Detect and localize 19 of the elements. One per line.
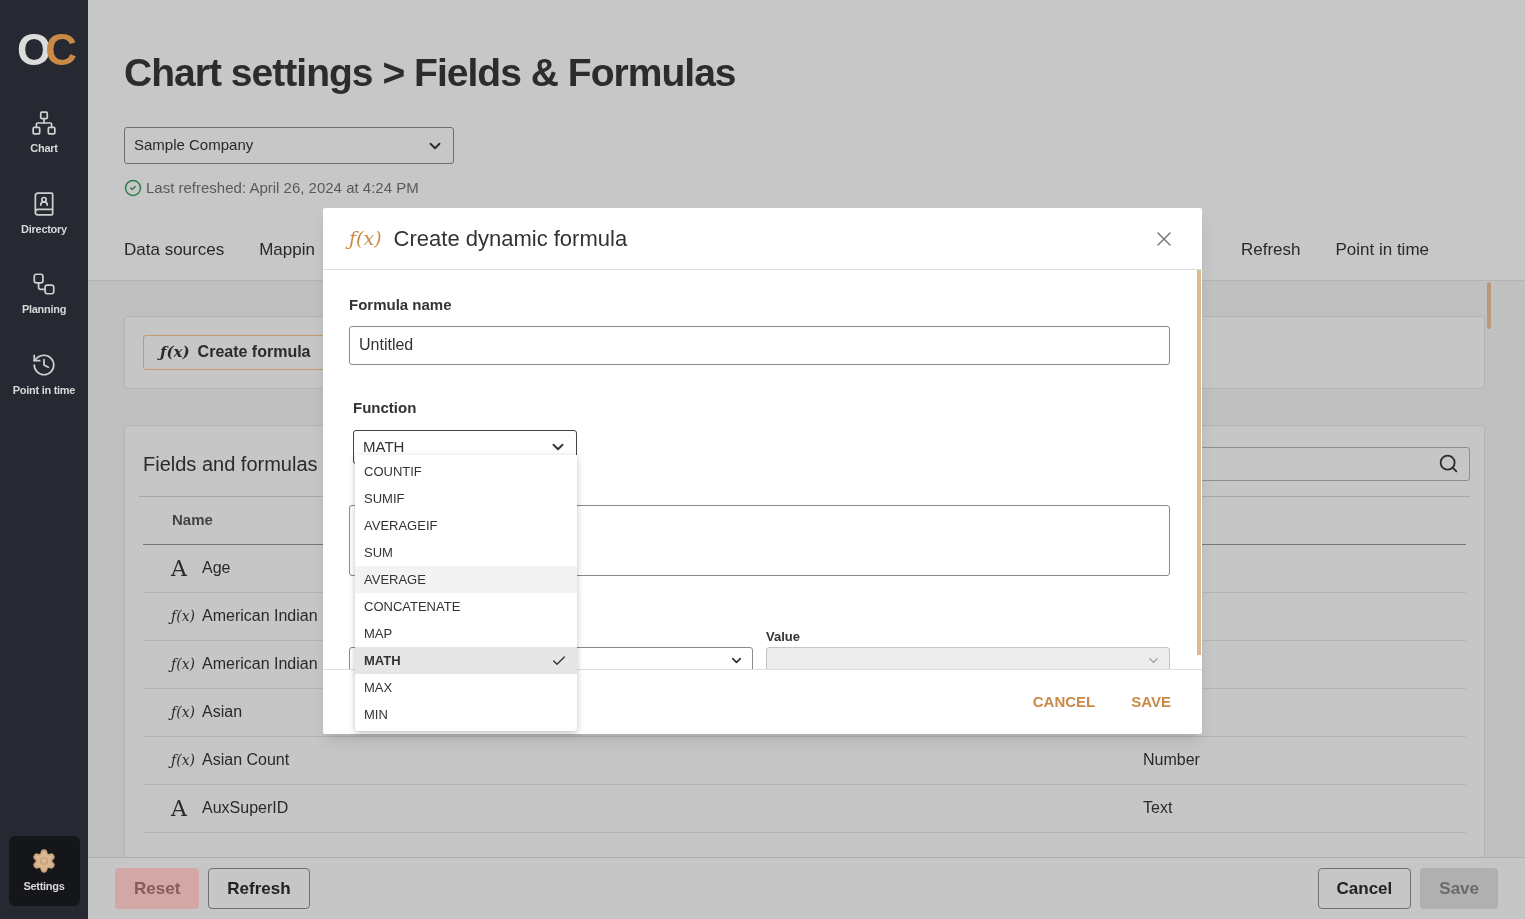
field-label: Value bbox=[766, 628, 801, 646]
field-label: Formula name bbox=[349, 295, 453, 315]
column-header: Name bbox=[172, 509, 213, 530]
table-cell: AuxSuperID bbox=[202, 799, 289, 816]
dialog-title: Create dynamic formula bbox=[393, 225, 628, 253]
page-title: Chart settings > Fields & Formulas bbox=[124, 50, 737, 96]
table-cell-text: Text bbox=[1143, 798, 1173, 818]
last-refreshed-text: Last refreshed: April 26, 2024 at 4:24 PM bbox=[146, 178, 419, 198]
logo: OC bbox=[17, 28, 71, 72]
table-cell: Asian Count bbox=[202, 751, 290, 768]
table-cell: American Indian bbox=[202, 655, 318, 672]
field-type-icon: A bbox=[171, 791, 195, 825]
table-cell: American Indian bbox=[202, 607, 318, 624]
table-cell-text: Number bbox=[1143, 750, 1200, 770]
field-label: Function bbox=[353, 397, 418, 418]
card-title: Fields and formulas bbox=[143, 451, 318, 477]
table-cell: Age bbox=[202, 559, 231, 576]
field-type-icon: A bbox=[171, 551, 195, 585]
table-cell: Asian bbox=[202, 703, 243, 720]
